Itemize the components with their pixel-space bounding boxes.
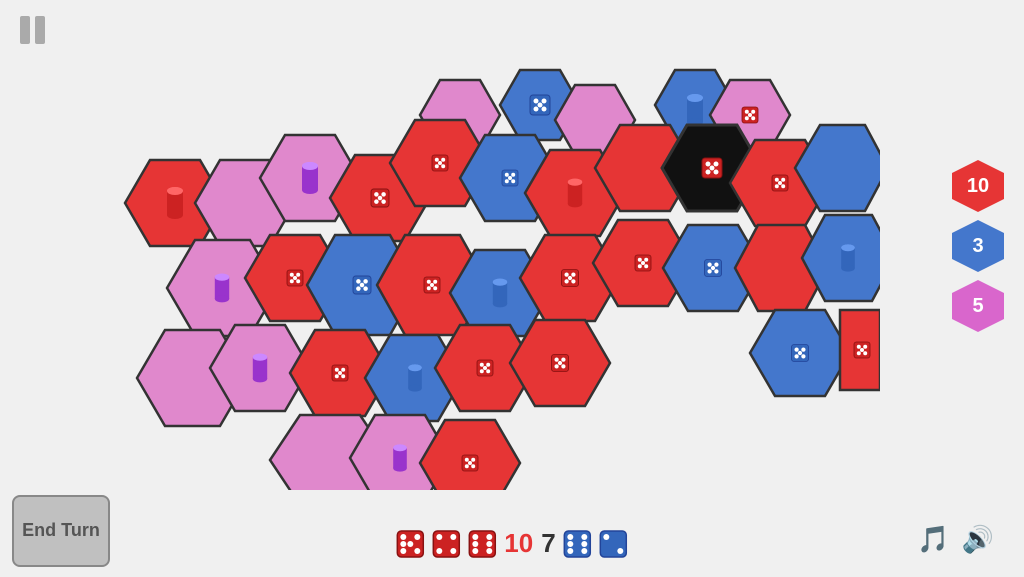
music-icon[interactable]: 🎵: [917, 524, 949, 555]
score-panel: 10 3 5: [952, 160, 1004, 332]
game-board-container: [120, 60, 880, 490]
status-separator: 7: [541, 528, 555, 559]
pause-button[interactable]: [12, 12, 52, 48]
red-die-2: [432, 530, 460, 558]
pause-bar-left: [20, 16, 30, 44]
game-board-svg[interactable]: [120, 60, 880, 490]
sound-controls: 🎵 🔊: [917, 524, 994, 555]
end-turn-button[interactable]: End Turn: [12, 495, 110, 567]
pause-bar-right: [35, 16, 45, 44]
blue-die-1: [564, 530, 592, 558]
volume-icon[interactable]: 🔊: [962, 524, 994, 555]
blue-die-2: [600, 530, 628, 558]
status-bar: 10 7: [396, 528, 627, 559]
red-count: 10: [504, 528, 533, 559]
red-die-3: [468, 530, 496, 558]
score-red: 10: [952, 160, 1004, 212]
score-pink: 5: [952, 280, 1004, 332]
red-die-1: [396, 530, 424, 558]
score-blue: 3: [952, 220, 1004, 272]
